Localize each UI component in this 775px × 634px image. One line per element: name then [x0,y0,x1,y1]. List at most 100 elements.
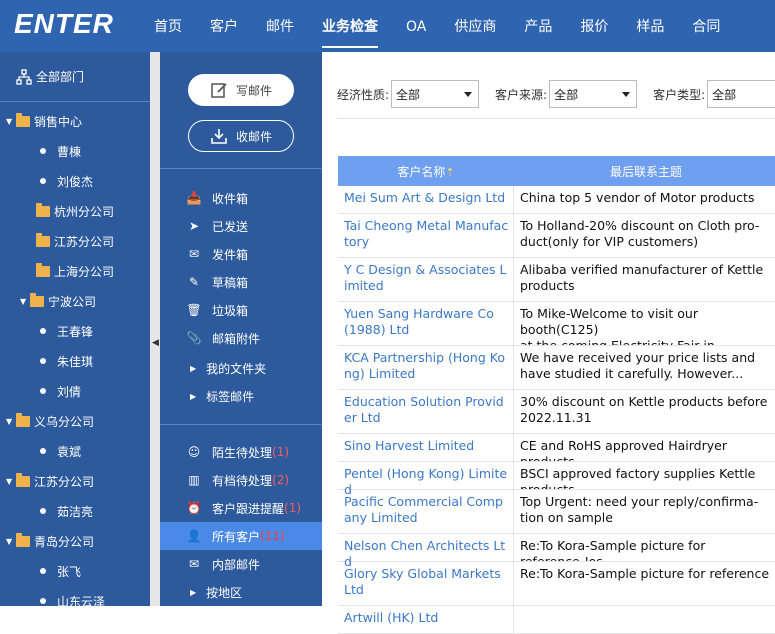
org-sidebar: 全部部门 ▼ 销售中心曹棟刘俊杰 杭州分公司 江苏分公司 上海分公司 ▼ 宁波公司王春锋朱佳… [0,52,150,606]
nav-item-5[interactable]: 供应商 [440,0,510,52]
nav-item-2[interactable]: 邮件 [252,0,308,52]
table-row[interactable]: Pacific Commercial Company Limited Top Ur… [338,490,775,534]
tree-department-item[interactable]: ▼ 宁波公司 [0,286,150,316]
customer-name-link[interactable]: Education Solution Provider Ltd [338,390,514,433]
nav-item-1[interactable]: 客户 [196,0,252,52]
nav-item-9[interactable]: 合同 [678,0,734,52]
table-row[interactable]: Mei Sum Art & Design Ltd China top 5 vend… [338,186,775,214]
tree-label: 义乌分公司 [34,414,95,429]
tree-member-item[interactable]: 张飞 [0,556,150,586]
sidebar-splitter[interactable] [150,52,160,606]
tree-department-item[interactable]: ▼ 销售中心 [0,106,150,136]
bullet-icon [40,148,46,154]
customer-name-link[interactable]: Glory Sky Global Markets Ltd [338,562,514,605]
customer-name-link[interactable]: Pentel (Hong Kong) Limited [338,462,514,497]
expand-arrow-icon[interactable]: ▼ [6,417,16,426]
mail-group-item[interactable]: ▶ 标签邮件 [160,382,322,410]
mail-task-item[interactable]: ⏰ 客户跟进提醒 (1) [160,494,322,522]
filter-select[interactable]: 全部 [707,80,775,108]
mail-folder-item[interactable]: ✉ 发件箱 [160,240,322,268]
customer-name-link[interactable]: Y C Design & Associates Limited [338,258,514,301]
all-departments-item[interactable]: 全部部门 [0,52,150,102]
filter-select[interactable]: 全部 [549,80,638,108]
table-row[interactable]: Y C Design & Associates Limited Alibaba v… [338,258,775,302]
table-row[interactable]: Artwill (HK) Ltd [338,606,775,634]
nav-item-3[interactable]: 业务检查 [308,0,392,52]
tree-member-item[interactable]: 刘倩 [0,376,150,406]
nav-item-7[interactable]: 报价 [566,0,622,52]
nav-item-8[interactable]: 样品 [622,0,678,52]
folder-icon [16,472,30,487]
mail-task-item[interactable]: 👤 所有客户 (11) [160,522,322,550]
tree-department-item[interactable]: ▼ 江苏分公司 [0,466,150,496]
table-row[interactable]: Glory Sky Global Markets Ltd Re:To Kora-S… [338,562,775,606]
tree-department-item[interactable]: ▼ 义乌分公司 [0,406,150,436]
last-subject-cell: To Mike-Welcome to visit our booth(C125)… [520,306,715,345]
tree-member-item[interactable]: 曹棟 [0,136,150,166]
mail-task-item[interactable]: ✉ 内部邮件 [160,550,322,578]
write-mail-button[interactable]: 写邮件 [188,74,294,106]
nav-item-4[interactable]: OA [392,0,440,52]
mail-folder-item[interactable]: 📎 邮箱附件 [160,324,322,352]
mail-folder-item[interactable]: ✎ 草稿箱 [160,268,322,296]
tree-label: 曹棟 [57,144,82,159]
expand-arrow-icon[interactable]: ▼ [20,297,30,306]
sort-ascending-icon: ⇡ [445,165,455,179]
table-row[interactable]: Yuen Sang Hardware Co (1988) Ltd To Mike-… [338,302,775,346]
divider [337,118,775,119]
mail-group-item[interactable]: ▶ 我的文件夹 [160,354,322,382]
table-row[interactable]: Sino Harvest Limited CE and RoHS approved… [338,434,775,462]
mail-task-label: 陌生待处理 [212,445,273,460]
filter-select[interactable]: 全部 [391,80,480,108]
receive-mail-button[interactable]: 收邮件 [188,120,294,152]
tree-member-item[interactable]: 袁斌 [0,436,150,466]
mail-folder-item[interactable]: 🗑 垃圾箱 [160,296,322,324]
table-row[interactable]: Tai Cheong Metal Manufactory To Holland-2… [338,214,775,258]
tree-department-item[interactable]: 杭州分公司 [0,196,150,226]
tree-member-item[interactable]: 朱佳琪 [0,346,150,376]
mail-task-item[interactable]: ▥ 有档待处理 (2) [160,466,322,494]
collapse-sidebar-icon[interactable]: ◀ [152,338,159,348]
nav-item-6[interactable]: 产品 [510,0,566,52]
region-group-item[interactable]: ▶ 按地区 [160,578,322,606]
tree-department-item[interactable]: ▼ 青岛分公司 [0,526,150,556]
customer-name-link[interactable]: Pacific Commercial Company Limited [338,490,514,533]
mail-folder-label: 收件箱 [212,191,249,206]
table-row[interactable]: KCA Partnership (Hong Kong) Limited We ha… [338,346,775,390]
last-subject-cell: We have received your price lists and ha… [520,350,756,381]
column-header-last-subject[interactable]: 最后联系主题 [514,163,775,180]
customer-name-link[interactable]: Nelson Chen Architects Ltd [338,534,514,569]
tree-member-item[interactable]: 刘俊杰 [0,166,150,196]
customer-name-link[interactable]: Artwill (HK) Ltd [338,606,514,633]
customer-name-link[interactable]: Mei Sum Art & Design Ltd [338,186,514,213]
customer-name-link[interactable]: Tai Cheong Metal Manufactory [338,214,514,257]
mail-folder-item[interactable]: 📥 收件箱 [160,184,322,212]
table-row[interactable]: Nelson Chen Architects Ltd Re:To Kora-Sam… [338,534,775,569]
expand-arrow-icon[interactable]: ▼ [6,537,16,546]
nav-item-0[interactable]: 首页 [140,0,196,52]
mail-folder-label: 邮箱附件 [212,331,261,346]
count-badge: (2) [272,473,290,487]
expand-arrow-icon[interactable]: ▼ [6,477,16,486]
tree-department-item[interactable]: 江苏分公司 [0,226,150,256]
table-row[interactable]: Education Solution Provider Ltd 30% disco… [338,390,775,434]
customer-name-link[interactable]: Yuen Sang Hardware Co (1988) Ltd [338,302,514,345]
tree-member-item[interactable]: 王春锋 [0,316,150,346]
tree-label: 王春锋 [57,324,94,339]
tree-member-item[interactable]: 茹洁亮 [0,496,150,526]
tree-member-item[interactable]: 山东云泽 [0,586,150,606]
tree-label: 宁波公司 [48,294,97,309]
tree-label: 袁斌 [57,444,82,459]
compose-icon [211,83,227,98]
customer-name-link[interactable]: Sino Harvest Limited [338,434,514,461]
customer-name-link[interactable]: KCA Partnership (Hong Kong) Limited [338,346,514,389]
table-row[interactable]: Pentel (Hong Kong) Limited BSCI approved … [338,462,775,497]
column-header-customer-name[interactable]: 客户名称⇡ [338,163,514,180]
mail-task-item[interactable]: ☺ 陌生待处理 (1) [160,438,322,466]
folder-icon [16,112,30,127]
expand-arrow-icon[interactable]: ▼ [6,117,16,126]
bullet-icon [40,568,46,574]
tree-department-item[interactable]: 上海分公司 [0,256,150,286]
mail-folder-item[interactable]: ➤ 已发送 [160,212,322,240]
folder-icon [36,262,50,277]
